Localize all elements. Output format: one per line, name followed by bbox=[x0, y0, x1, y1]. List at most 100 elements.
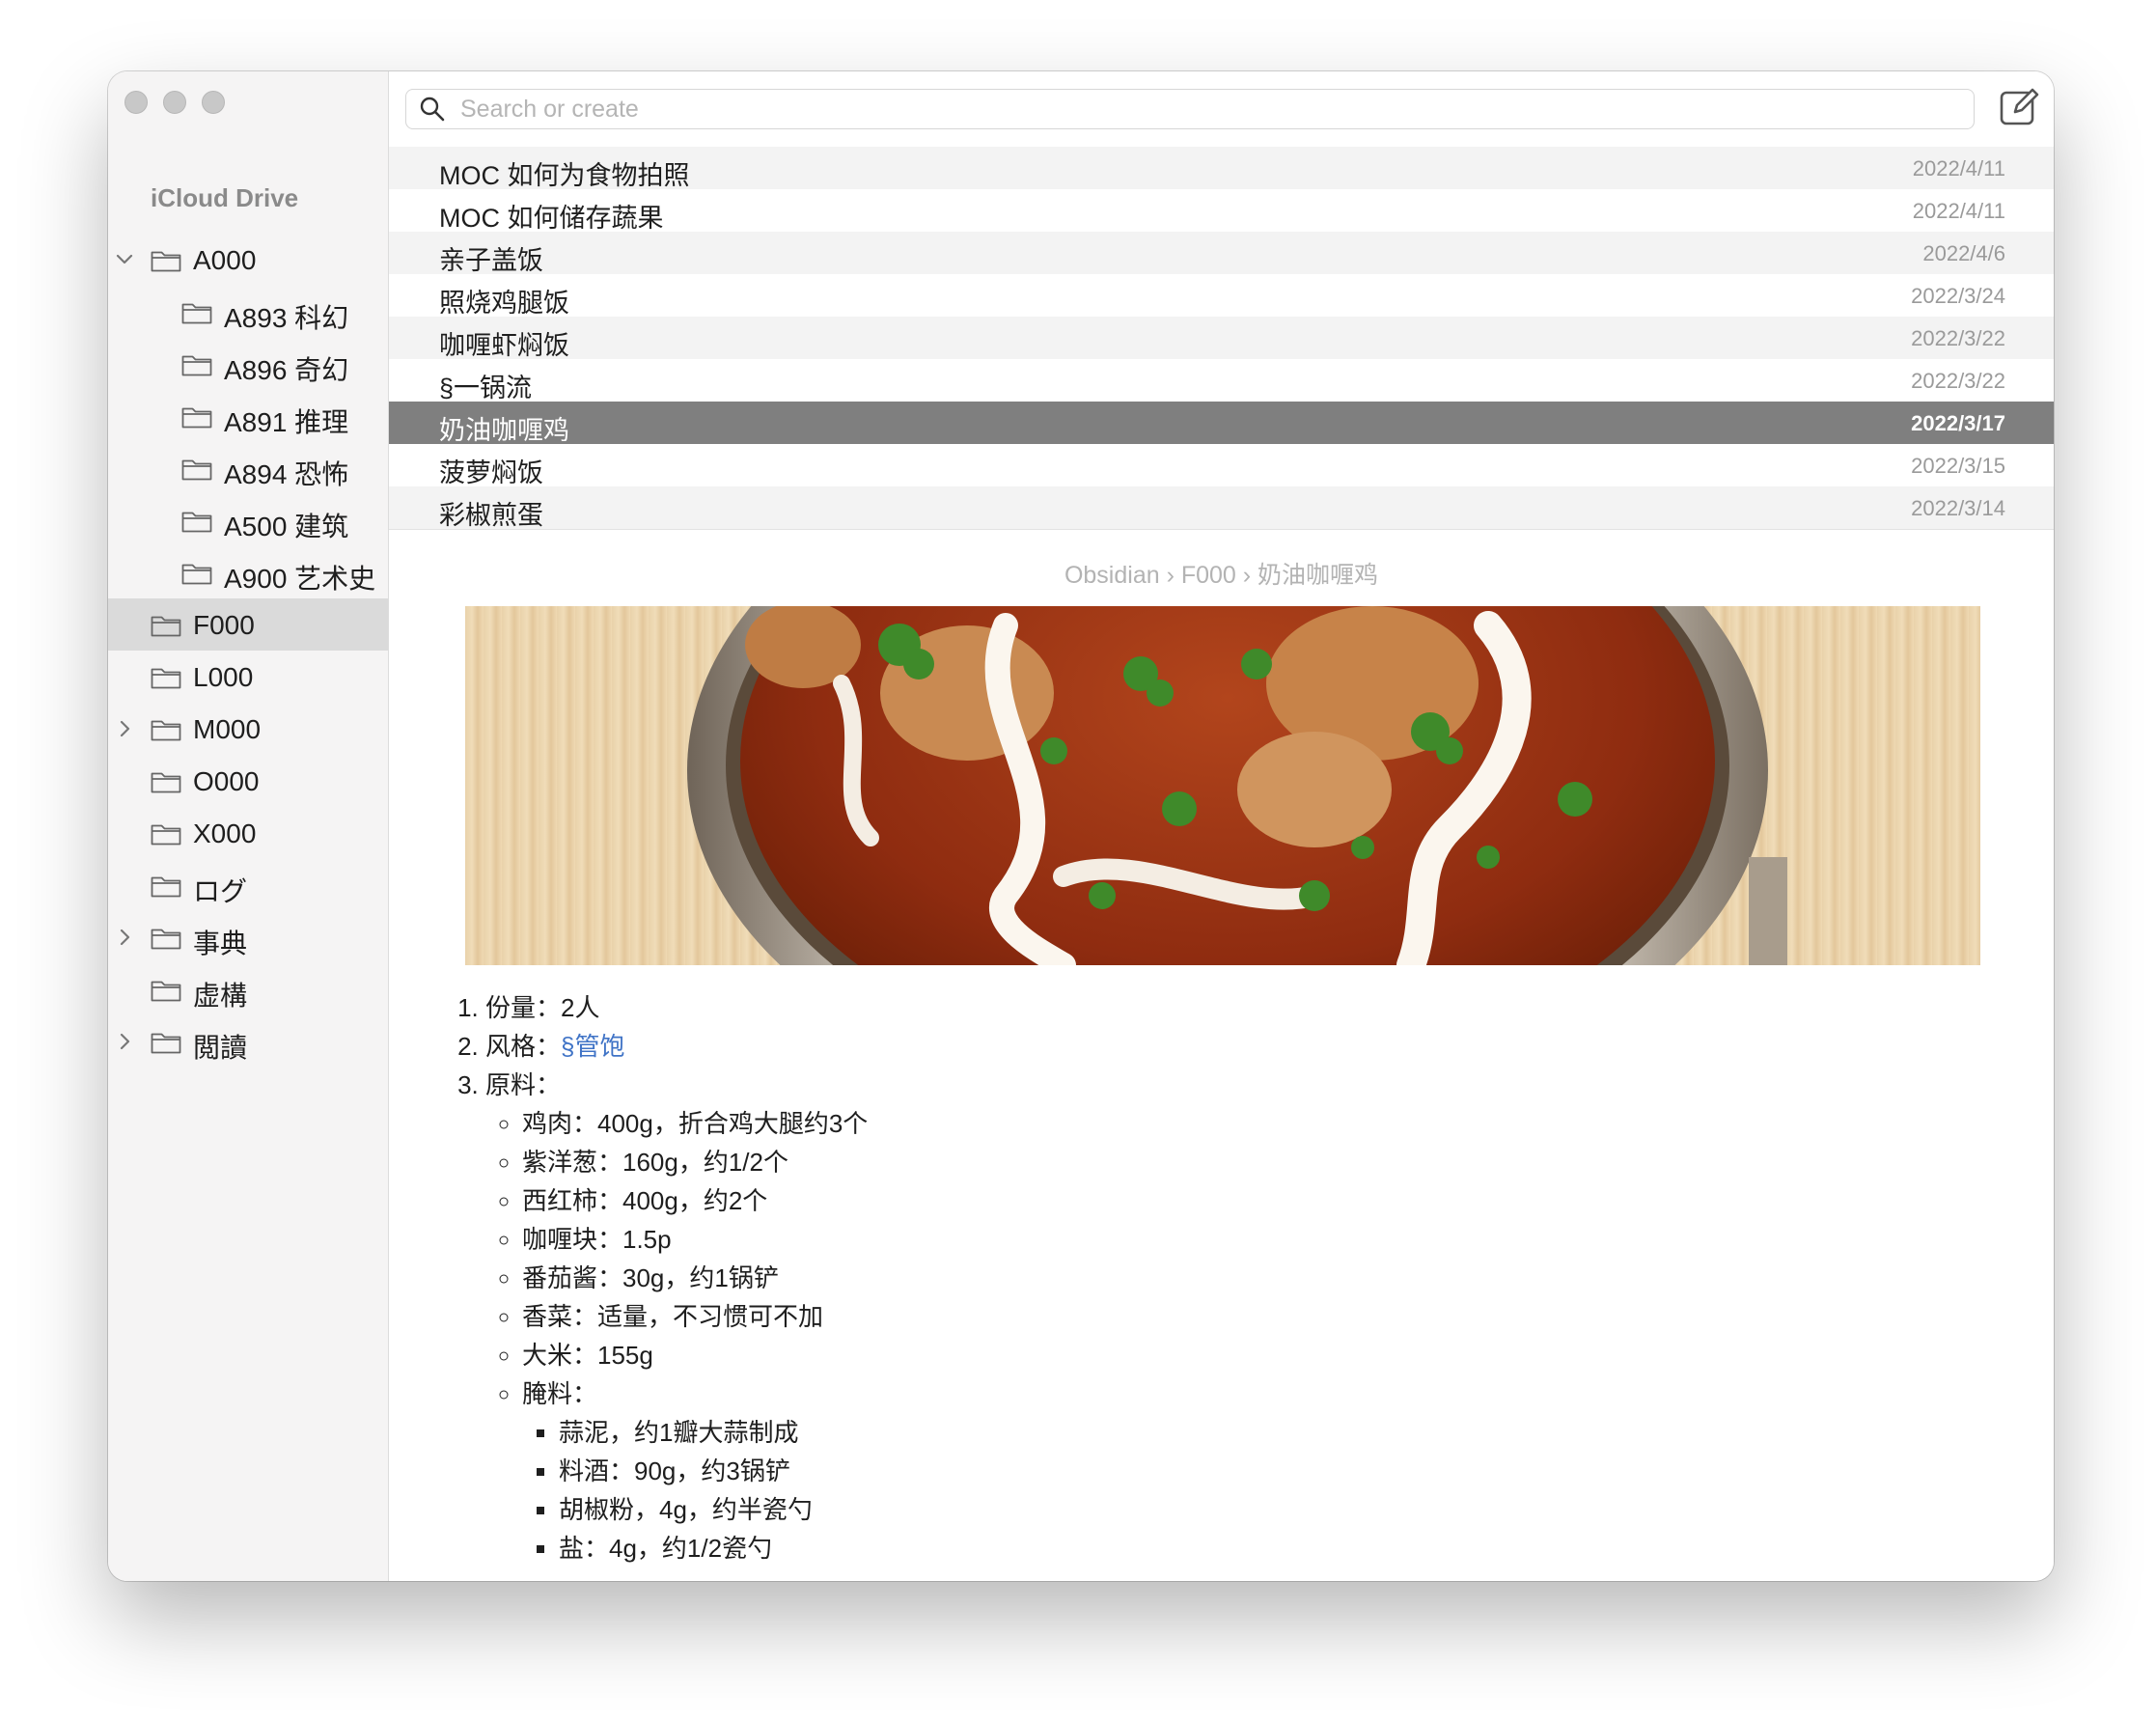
note-list-item[interactable]: MOC 如何储存蔬果 2022/4/11 bbox=[389, 189, 2054, 233]
note-list-item[interactable]: §一锅流 2022/3/22 bbox=[389, 359, 2054, 402]
folder-icon bbox=[181, 564, 212, 585]
folder-label: A000 bbox=[193, 245, 257, 275]
note-list-item[interactable]: 菠萝焖饭 2022/3/15 bbox=[389, 444, 2054, 487]
sidebar-folder-item[interactable]: ログ bbox=[108, 859, 388, 911]
sidebar: iCloud Drive A000 A893 科幻 A896 奇幻 A891 推理 A8… bbox=[108, 71, 389, 1581]
note-date: 2022/3/15 bbox=[1911, 454, 2005, 478]
folder-label: A896 奇幻 bbox=[224, 355, 349, 385]
list-item: 风格：§管饱 bbox=[485, 1027, 868, 1066]
note-list-item[interactable]: 咖喱虾焖饭 2022/3/22 bbox=[389, 317, 2054, 360]
ordered-list: 份量：2人 风格：§管饱 原料： 鸡肉：400g，折合鸡大腿约3个紫洋葱：160… bbox=[449, 988, 868, 1567]
ingredient-item: 鸡肉：400g，折合鸡大腿约3个 bbox=[522, 1104, 868, 1143]
ingredient-item: 香菜：适量，不习惯可不加 bbox=[522, 1297, 868, 1336]
note-date: 2022/4/11 bbox=[1912, 156, 2005, 180]
folder-icon bbox=[151, 251, 181, 272]
folder-label: A894 恐怖 bbox=[224, 459, 349, 489]
search-bar bbox=[405, 89, 1975, 129]
sidebar-folder-item[interactable]: 閲讀 bbox=[108, 1015, 388, 1068]
zoom-window-button[interactable] bbox=[202, 91, 225, 114]
marinade-ingredient: 蒜泥，约1瓣大蒜制成 bbox=[559, 1413, 868, 1452]
sidebar-folder-item[interactable]: L000 bbox=[108, 651, 388, 703]
chevron-right-icon[interactable] bbox=[115, 928, 134, 947]
folder-label: 事典 bbox=[193, 929, 248, 958]
sidebar-folder-item[interactable]: M000 bbox=[108, 703, 388, 755]
marinade-label: 腌料： bbox=[522, 1379, 598, 1408]
minimize-window-button[interactable] bbox=[163, 91, 186, 114]
note-date: 2022/3/14 bbox=[1911, 496, 2005, 520]
list-item: 原料： 鸡肉：400g，折合鸡大腿约3个紫洋葱：160g，约1/2个西红柿：40… bbox=[485, 1066, 868, 1567]
sidebar-folder-item[interactable]: A891 推理 bbox=[108, 390, 388, 442]
sidebar-folder-item[interactable]: 事典 bbox=[108, 911, 388, 963]
ingredients-list: 鸡肉：400g，折合鸡大腿约3个紫洋葱：160g，约1/2个西红柿：400g，约… bbox=[485, 1104, 868, 1567]
folder-icon bbox=[181, 355, 212, 376]
app-window: iCloud Drive A000 A893 科幻 A896 奇幻 A891 推理 A8… bbox=[108, 71, 2054, 1581]
note-title: 奶油咖喱鸡 bbox=[439, 416, 569, 445]
note-date: 2022/3/24 bbox=[1911, 284, 2005, 308]
sidebar-folder-item[interactable]: A900 艺术史 bbox=[108, 546, 388, 598]
note-list-item[interactable]: MOC 如何为食物拍照 2022/4/11 bbox=[389, 147, 2054, 190]
ingredient-item: 咖喱块：1.5p bbox=[522, 1220, 868, 1259]
sidebar-folder-item[interactable]: A000 bbox=[108, 234, 388, 286]
note-title: §一锅流 bbox=[439, 374, 533, 402]
note-date: 2022/3/17 bbox=[1911, 411, 2005, 435]
chevron-down-icon[interactable] bbox=[115, 250, 134, 269]
folder-icon bbox=[151, 1033, 181, 1054]
sidebar-folder-item[interactable]: 虚構 bbox=[108, 963, 388, 1015]
style-label: 风格： bbox=[485, 1032, 562, 1061]
ingredient-item: 番茄酱：30g，约1锅铲 bbox=[522, 1259, 868, 1297]
folder-label: O000 bbox=[193, 766, 260, 796]
sidebar-folder-item[interactable]: A500 建筑 bbox=[108, 494, 388, 546]
folder-label: F000 bbox=[193, 610, 255, 640]
folder-tree: A000 A893 科幻 A896 奇幻 A891 推理 A894 恐怖 A500 建筑 A… bbox=[108, 234, 388, 1068]
note-title: MOC 如何为食物拍照 bbox=[439, 161, 690, 190]
note-date: 2022/3/22 bbox=[1911, 369, 2005, 393]
list-item: 份量：2人 bbox=[485, 988, 868, 1027]
sidebar-folder-item[interactable]: F000 bbox=[108, 598, 388, 651]
chevron-right-icon[interactable] bbox=[115, 719, 134, 738]
compose-icon[interactable] bbox=[1998, 85, 2042, 129]
folder-label: 虚構 bbox=[193, 981, 248, 1011]
folder-icon bbox=[151, 824, 181, 846]
folder-label: ログ bbox=[193, 876, 248, 906]
folder-icon bbox=[181, 512, 212, 533]
note-title: 亲子盖饭 bbox=[439, 246, 543, 275]
marinade-ingredient: 盐：4g，约1/2瓷勺 bbox=[559, 1529, 868, 1567]
folder-label: X000 bbox=[193, 818, 257, 848]
note-list-item[interactable]: 奶油咖喱鸡 2022/3/17 bbox=[389, 402, 2054, 445]
marinade-ingredient: 胡椒粉，4g，约半瓷勺 bbox=[559, 1490, 868, 1529]
note-list-item[interactable]: 照烧鸡腿饭 2022/3/24 bbox=[389, 274, 2054, 318]
folder-label: L000 bbox=[193, 662, 254, 692]
note-date: 2022/4/11 bbox=[1912, 199, 2005, 223]
main-pane: MOC 如何为食物拍照 2022/4/11 MOC 如何储存蔬果 2022/4/11 亲… bbox=[389, 71, 2054, 1581]
style-link[interactable]: §管饱 bbox=[561, 1032, 624, 1061]
folder-icon bbox=[151, 720, 181, 741]
sidebar-folder-item[interactable]: A896 奇幻 bbox=[108, 338, 388, 390]
breadcrumb: Obsidian › F000 › 奶油咖喱鸡 bbox=[1064, 562, 1379, 589]
search-icon bbox=[420, 97, 445, 122]
marinade-item: 腌料： 蒜泥，约1瓣大蒜制成料酒：90g，约3锅铲胡椒粉，4g，约半瓷勺盐：4g，… bbox=[522, 1374, 868, 1567]
folder-label: A500 建筑 bbox=[224, 512, 349, 541]
note-title: MOC 如何储存蔬果 bbox=[439, 204, 664, 233]
folder-icon bbox=[151, 929, 181, 950]
close-window-button[interactable] bbox=[124, 91, 148, 114]
ingredient-item: 大米：155g bbox=[522, 1336, 868, 1374]
folder-icon bbox=[151, 981, 181, 1002]
search-input[interactable] bbox=[458, 94, 1910, 125]
sidebar-folder-item[interactable]: X000 bbox=[108, 807, 388, 859]
sidebar-title: iCloud Drive bbox=[151, 183, 299, 212]
note-body: 份量：2人 风格：§管饱 原料： 鸡肉：400g，折合鸡大腿约3个紫洋葱：160… bbox=[449, 988, 868, 1567]
note-list-item[interactable]: 亲子盖饭 2022/4/6 bbox=[389, 232, 2054, 275]
note-list-item[interactable]: 彩椒煎蛋 2022/3/14 bbox=[389, 486, 2054, 530]
marinade-list: 蒜泥，约1瓣大蒜制成料酒：90g，约3锅铲胡椒粉，4g，约半瓷勺盐：4g，约1/… bbox=[522, 1413, 868, 1567]
ingredient-item: 紫洋葱：160g，约1/2个 bbox=[522, 1143, 868, 1181]
note-date: 2022/3/22 bbox=[1911, 326, 2005, 350]
note-title: 彩椒煎蛋 bbox=[439, 501, 543, 530]
folder-label: A891 推理 bbox=[224, 407, 349, 437]
sidebar-folder-item[interactable]: A893 科幻 bbox=[108, 286, 388, 338]
sidebar-folder-item[interactable]: A894 恐怖 bbox=[108, 442, 388, 494]
sidebar-folder-item[interactable]: O000 bbox=[108, 755, 388, 807]
folder-icon bbox=[151, 668, 181, 689]
folder-icon bbox=[181, 459, 212, 481]
note-title: 菠萝焖饭 bbox=[439, 458, 543, 487]
chevron-right-icon[interactable] bbox=[115, 1032, 134, 1051]
